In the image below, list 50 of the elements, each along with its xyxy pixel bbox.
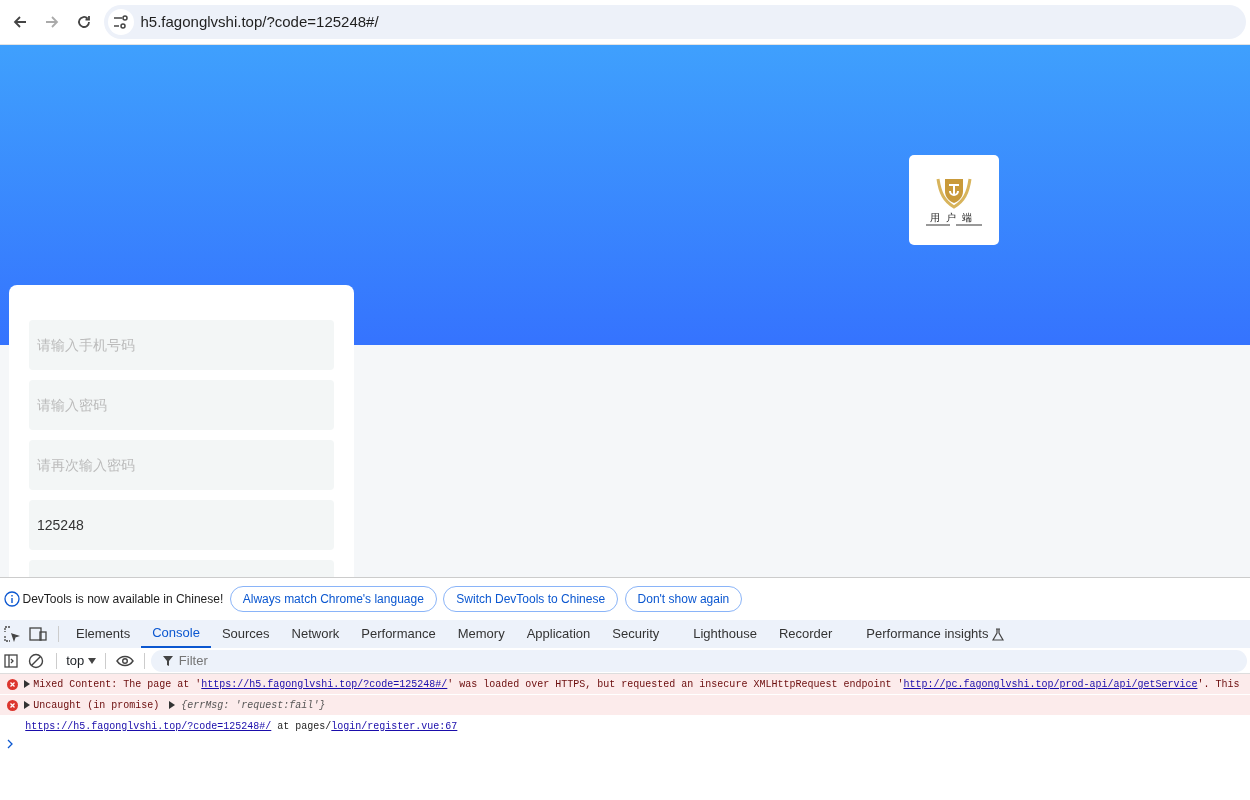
input-field[interactable]: 请输入密码 — [29, 380, 334, 430]
slogan-line-icon — [924, 223, 984, 227]
devtools-tab[interactable]: Lighthouse — [682, 620, 768, 648]
devtools-tab[interactable]: Application — [515, 620, 602, 648]
devtools-tab[interactable]: Performance insights — [855, 620, 1015, 648]
filter-icon — [162, 655, 173, 666]
console-message: Uncaught (in promise) {errMsg: 'request:fail'} — [33, 698, 326, 713]
devtools-tab[interactable]: Memory — [446, 620, 516, 648]
back-arrow-icon — [12, 14, 28, 30]
devtools-tab[interactable]: Recorder — [767, 620, 844, 648]
sidebar-icon — [4, 653, 18, 668]
devtools-tab[interactable]: Console — [141, 620, 211, 648]
devtools-tab[interactable]: Performance — [350, 620, 447, 648]
banner-button[interactable]: Don't show again — [624, 586, 743, 612]
console-link[interactable]: https://h5.fagonglvshi.top/?code=125248#/ — [25, 720, 272, 732]
clear-icon — [28, 652, 44, 669]
input-field[interactable]: 125248 — [29, 500, 334, 550]
expand-triangle-icon[interactable] — [169, 700, 176, 709]
console-message: https://h5.fagonglvshi.top/?code=125248#/ at pages/login/register.vue:67 — [25, 719, 458, 734]
console-link[interactable]: login/register.vue:67 — [331, 720, 458, 732]
devtools-tab[interactable]: Network — [280, 620, 351, 648]
expand-triangle-icon[interactable] — [24, 680, 30, 688]
address-text[interactable]: h5.fagonglvshi.top/?code=125248#/ — [140, 10, 379, 34]
site-settings-icon — [113, 14, 129, 30]
console-link[interactable]: https://h5.fagonglvshi.top/?code=125248#/ — [201, 678, 448, 690]
caret-icon — [87, 657, 96, 664]
error-icon — [7, 699, 18, 711]
banner-button[interactable]: Always match Chrome's language — [229, 586, 437, 612]
forward-arrow-icon — [44, 14, 60, 30]
eye-icon — [115, 654, 134, 667]
banner-button[interactable]: Switch DevTools to Chinese — [443, 586, 619, 612]
flask-icon — [991, 627, 1004, 641]
filter-field[interactable]: Filter — [150, 649, 1247, 672]
input-field[interactable]: 请再次输入密码 — [29, 440, 334, 490]
expand-triangle-icon[interactable] — [24, 701, 30, 709]
info-icon — [4, 591, 20, 607]
devtools-tab[interactable]: Elements — [65, 620, 142, 648]
console-message: Mixed Content: The page at 'https://h5.fagonglvshi.top/?code=125248#/' was loaded over HTTPS, but requested an insecure XMLHttpRequest endpoint 'http://pc.fagonglvshi.top/prod-api/api/getService'. This — [33, 677, 1240, 692]
prompt-chevron-icon — [7, 739, 13, 750]
logo-text: 用户端 — [930, 213, 978, 223]
context-dropdown[interactable]: top — [63, 650, 99, 671]
console-link[interactable]: http://pc.fagonglvshi.top/prod-api/api/getService — [903, 678, 1198, 690]
devices-icon — [29, 626, 47, 642]
devtools-tab[interactable]: Security — [601, 620, 671, 648]
devtools-tab[interactable]: Sources — [210, 620, 281, 648]
error-icon — [7, 678, 18, 690]
input-field[interactable]: 请输入手机号码 — [29, 320, 334, 370]
inspect-icon — [4, 626, 20, 642]
banner-message: DevTools is now available in Chinese! — [22, 591, 224, 608]
reload-icon — [76, 14, 92, 30]
